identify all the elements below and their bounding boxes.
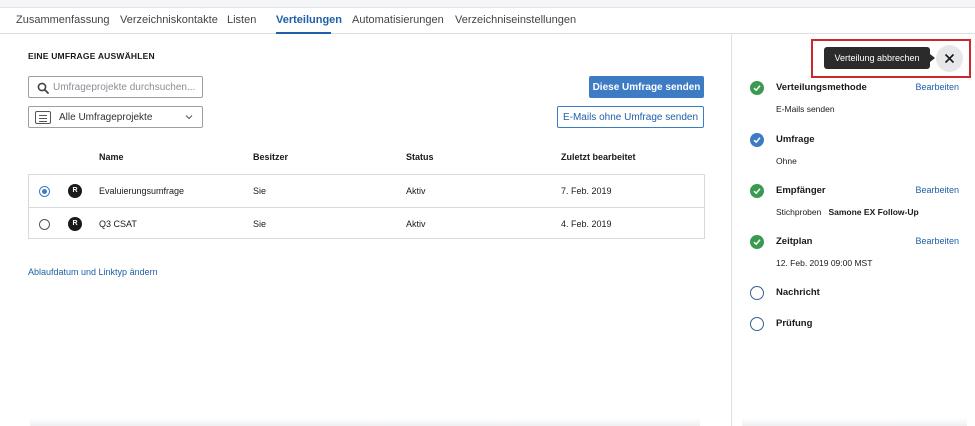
tab-automatisierungen[interactable]: Automatisierungen: [352, 14, 444, 26]
avatar: R: [68, 184, 82, 198]
column-header-owner: Besitzer: [253, 152, 289, 162]
step-sub-recipients: Stichproben Samone EX Follow-Up: [776, 207, 919, 217]
recipients-list-name: Samone EX Follow-Up: [828, 207, 919, 217]
edit-method-link[interactable]: Bearbeiten: [915, 82, 959, 92]
step-sub-schedule: 12. Feb. 2019 09:00 MST: [776, 258, 873, 268]
survey-table: R Evaluierungsumfrage Sie Aktiv 7. Feb. …: [28, 174, 705, 239]
radio-selected[interactable]: [39, 186, 50, 197]
empty-circle-icon: [750, 317, 764, 331]
avatar: R: [68, 217, 82, 231]
step-title-survey: Umfrage: [776, 134, 815, 145]
close-icon: [944, 53, 955, 64]
footer-shadow: [30, 418, 700, 426]
top-strip: [0, 0, 975, 8]
recipients-type: Stichproben: [776, 207, 822, 217]
cancel-distribution-button[interactable]: [936, 45, 963, 72]
tab-zusammenfassung[interactable]: Zusammenfassung: [16, 14, 110, 26]
chevron-down-icon: [185, 115, 193, 120]
row-edited: 4. Feb. 2019: [561, 219, 612, 229]
step-title-review: Prüfung: [776, 318, 813, 329]
table-row[interactable]: R Q3 CSAT Sie Aktiv 4. Feb. 2019: [29, 207, 704, 239]
step-title-message: Nachricht: [776, 287, 820, 298]
row-status: Aktiv: [406, 186, 426, 196]
section-title: EINE UMFRAGE AUSWÄHLEN: [28, 51, 155, 61]
radio-unselected[interactable]: [39, 219, 50, 230]
search-icon: [37, 82, 49, 94]
step-title-method: Verteilungsmethode: [776, 82, 867, 93]
table-row[interactable]: R Evaluierungsumfrage Sie Aktiv 7. Feb. …: [29, 175, 704, 207]
step-title-recipients: Empfänger: [776, 185, 826, 196]
row-owner: Sie: [253, 219, 267, 229]
step-sub-survey: Ohne: [776, 156, 797, 166]
check-icon: [750, 133, 764, 147]
edit-schedule-link[interactable]: Bearbeiten: [915, 236, 959, 246]
column-header-edited: Zuletzt bearbeitet: [561, 152, 636, 162]
change-expiry-link[interactable]: Ablaufdatum und Linktyp ändern: [28, 267, 158, 277]
distribution-steps-sidebar: Verteilungsmethode Bearbeiten E-Mails se…: [731, 34, 975, 426]
edit-recipients-link[interactable]: Bearbeiten: [915, 185, 959, 195]
check-icon: [750, 184, 764, 198]
step-sub-method: E-Mails senden: [776, 104, 835, 114]
row-edited: 7. Feb. 2019: [561, 186, 612, 196]
project-filter-select[interactable]: Alle Umfrageprojekte: [28, 106, 203, 128]
list-icon: [35, 111, 51, 124]
tab-bar: Zusammenfassung Verzeichniskontakte List…: [0, 8, 975, 34]
tab-verteilungen[interactable]: Verteilungen: [276, 14, 342, 26]
step-title-schedule: Zeitplan: [776, 236, 813, 247]
search-box: [28, 76, 203, 98]
row-owner: Sie: [253, 186, 267, 196]
send-without-survey-button[interactable]: E-Mails ohne Umfrage senden: [557, 106, 704, 128]
search-input[interactable]: [53, 79, 201, 95]
column-header-status: Status: [406, 152, 434, 162]
row-name: Q3 CSAT: [99, 219, 137, 229]
row-name: Evaluierungsumfrage: [99, 186, 185, 196]
main-panel: EINE UMFRAGE AUSWÄHLEN Alle Umfrageproje…: [0, 34, 731, 426]
tab-verzeichniskontakte[interactable]: Verzeichniskontakte: [120, 14, 218, 26]
empty-circle-icon: [750, 286, 764, 300]
cancel-distribution-tooltip: Verteilung abbrechen: [824, 47, 935, 69]
send-survey-button[interactable]: Diese Umfrage senden: [589, 76, 704, 98]
project-filter-value: Alle Umfrageprojekte: [59, 112, 153, 123]
row-status: Aktiv: [406, 219, 426, 229]
tab-verzeichniseinstellungen[interactable]: Verzeichniseinstellungen: [455, 14, 576, 26]
column-header-name: Name: [99, 152, 124, 162]
tab-listen[interactable]: Listen: [227, 14, 256, 26]
check-icon: [750, 235, 764, 249]
check-icon: [750, 81, 764, 95]
footer-shadow: [742, 418, 967, 426]
